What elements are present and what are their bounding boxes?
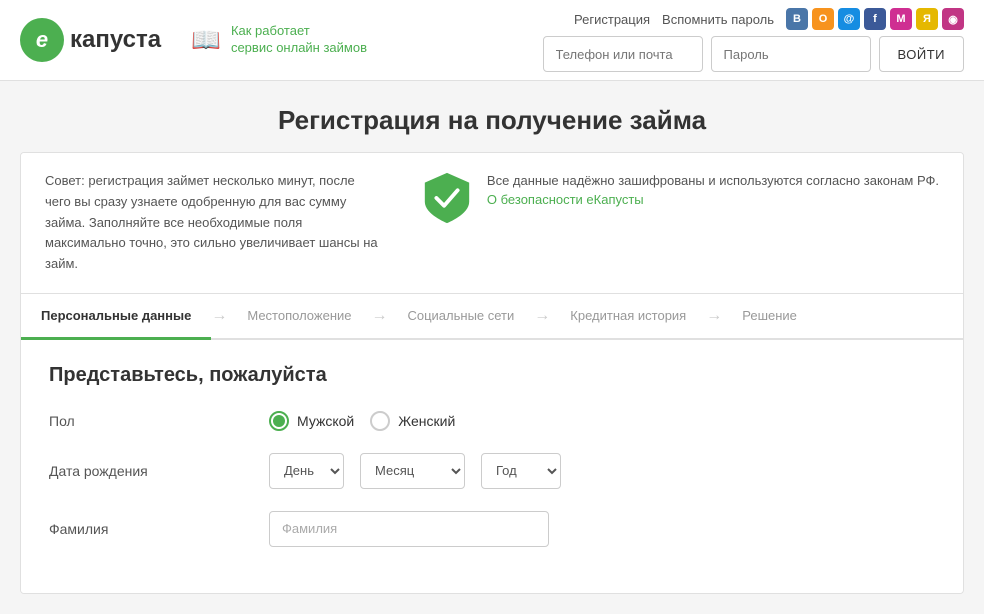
dob-day-select[interactable]: День: [269, 453, 344, 489]
social-icons: В О @ f М Я ◉: [786, 8, 964, 30]
tab-credit[interactable]: Кредитная история: [550, 294, 706, 337]
header-bottom: ВОЙТИ: [543, 36, 964, 72]
dob-row: Дата рождения День Месяц Год: [49, 453, 935, 489]
last-name-input[interactable]: [269, 511, 549, 547]
page-title-area: Регистрация на получение займа: [0, 81, 984, 152]
fb-icon[interactable]: f: [864, 8, 886, 30]
gender-label: Пол: [49, 413, 249, 429]
logo-icon: е: [20, 18, 64, 62]
form-section-title: Представьтесь, пожалуйста: [49, 364, 935, 387]
tip-text: Совет: регистрация займет несколько мину…: [45, 171, 381, 275]
gender-female-option[interactable]: Женский: [370, 411, 455, 431]
login-button[interactable]: ВОЙТИ: [879, 36, 964, 72]
dob-controls: День Месяц Год: [269, 453, 935, 489]
gender-controls: Мужской Женский: [269, 411, 935, 431]
forgot-link[interactable]: Вспомнить пароль: [662, 12, 774, 27]
logo-text: капуста: [70, 26, 161, 54]
vk-icon[interactable]: В: [786, 8, 808, 30]
password-input[interactable]: [711, 36, 871, 72]
how-it-works-text: Как работает сервис онлайн займов: [231, 23, 367, 57]
last-name-label: Фамилия: [49, 521, 249, 537]
ok-icon[interactable]: О: [812, 8, 834, 30]
shield-icon: [421, 171, 473, 225]
dob-month-select[interactable]: Месяц: [360, 453, 465, 489]
page-title: Регистрация на получение займа: [20, 105, 964, 136]
gender-male-option[interactable]: Мужской: [269, 411, 354, 431]
security-text-block: Все данные надёжно зашифрованы и использ…: [487, 171, 939, 207]
male-radio-outer: [269, 411, 289, 431]
male-radio-inner: [273, 415, 285, 427]
dob-year-select[interactable]: Год: [481, 453, 561, 489]
arrow-3: →: [534, 307, 550, 325]
main-card: Совет: регистрация займет несколько мину…: [20, 152, 964, 594]
tab-social[interactable]: Социальные сети: [387, 294, 534, 337]
info-banner: Совет: регистрация займет несколько мину…: [21, 153, 963, 294]
book-icon: 📖: [191, 26, 221, 55]
male-label: Мужской: [297, 413, 354, 429]
dob-label: Дата рождения: [49, 463, 249, 479]
gender-row: Пол Мужской Женский: [49, 411, 935, 431]
female-label: Женский: [398, 413, 455, 429]
security-block: Все данные надёжно зашифрованы и использ…: [421, 171, 939, 225]
header-right: Регистрация Вспомнить пароль В О @ f М Я…: [543, 8, 964, 72]
tab-personal[interactable]: Персональные данные: [21, 294, 211, 340]
tab-decision[interactable]: Решение: [722, 294, 817, 337]
arrow-1: →: [211, 307, 227, 325]
form-area: Представьтесь, пожалуйста Пол Мужской Же…: [21, 340, 963, 593]
mail-icon[interactable]: @: [838, 8, 860, 30]
last-name-controls: [269, 511, 935, 547]
tab-location[interactable]: Местоположение: [227, 294, 371, 337]
steps-tabs: Персональные данные → Местоположение → С…: [21, 294, 963, 340]
how-it-works-link[interactable]: 📖 Как работает сервис онлайн займов: [191, 23, 367, 57]
female-radio-outer: [370, 411, 390, 431]
security-description: Все данные надёжно зашифрованы и использ…: [487, 171, 939, 191]
register-link[interactable]: Регистрация: [574, 12, 650, 27]
phone-input[interactable]: [543, 36, 703, 72]
ya-icon[interactable]: Я: [916, 8, 938, 30]
inst-icon[interactable]: ◉: [942, 8, 964, 30]
header-top-links: Регистрация Вспомнить пароль В О @ f М Я…: [543, 8, 964, 30]
logo-area: е капуста: [20, 18, 161, 62]
arrow-2: →: [371, 307, 387, 325]
security-link[interactable]: О безопасности еКапусты: [487, 192, 644, 207]
last-name-row: Фамилия: [49, 511, 935, 547]
my-icon[interactable]: М: [890, 8, 912, 30]
arrow-4: →: [706, 307, 722, 325]
header: е капуста 📖 Как работает сервис онлайн з…: [0, 0, 984, 81]
